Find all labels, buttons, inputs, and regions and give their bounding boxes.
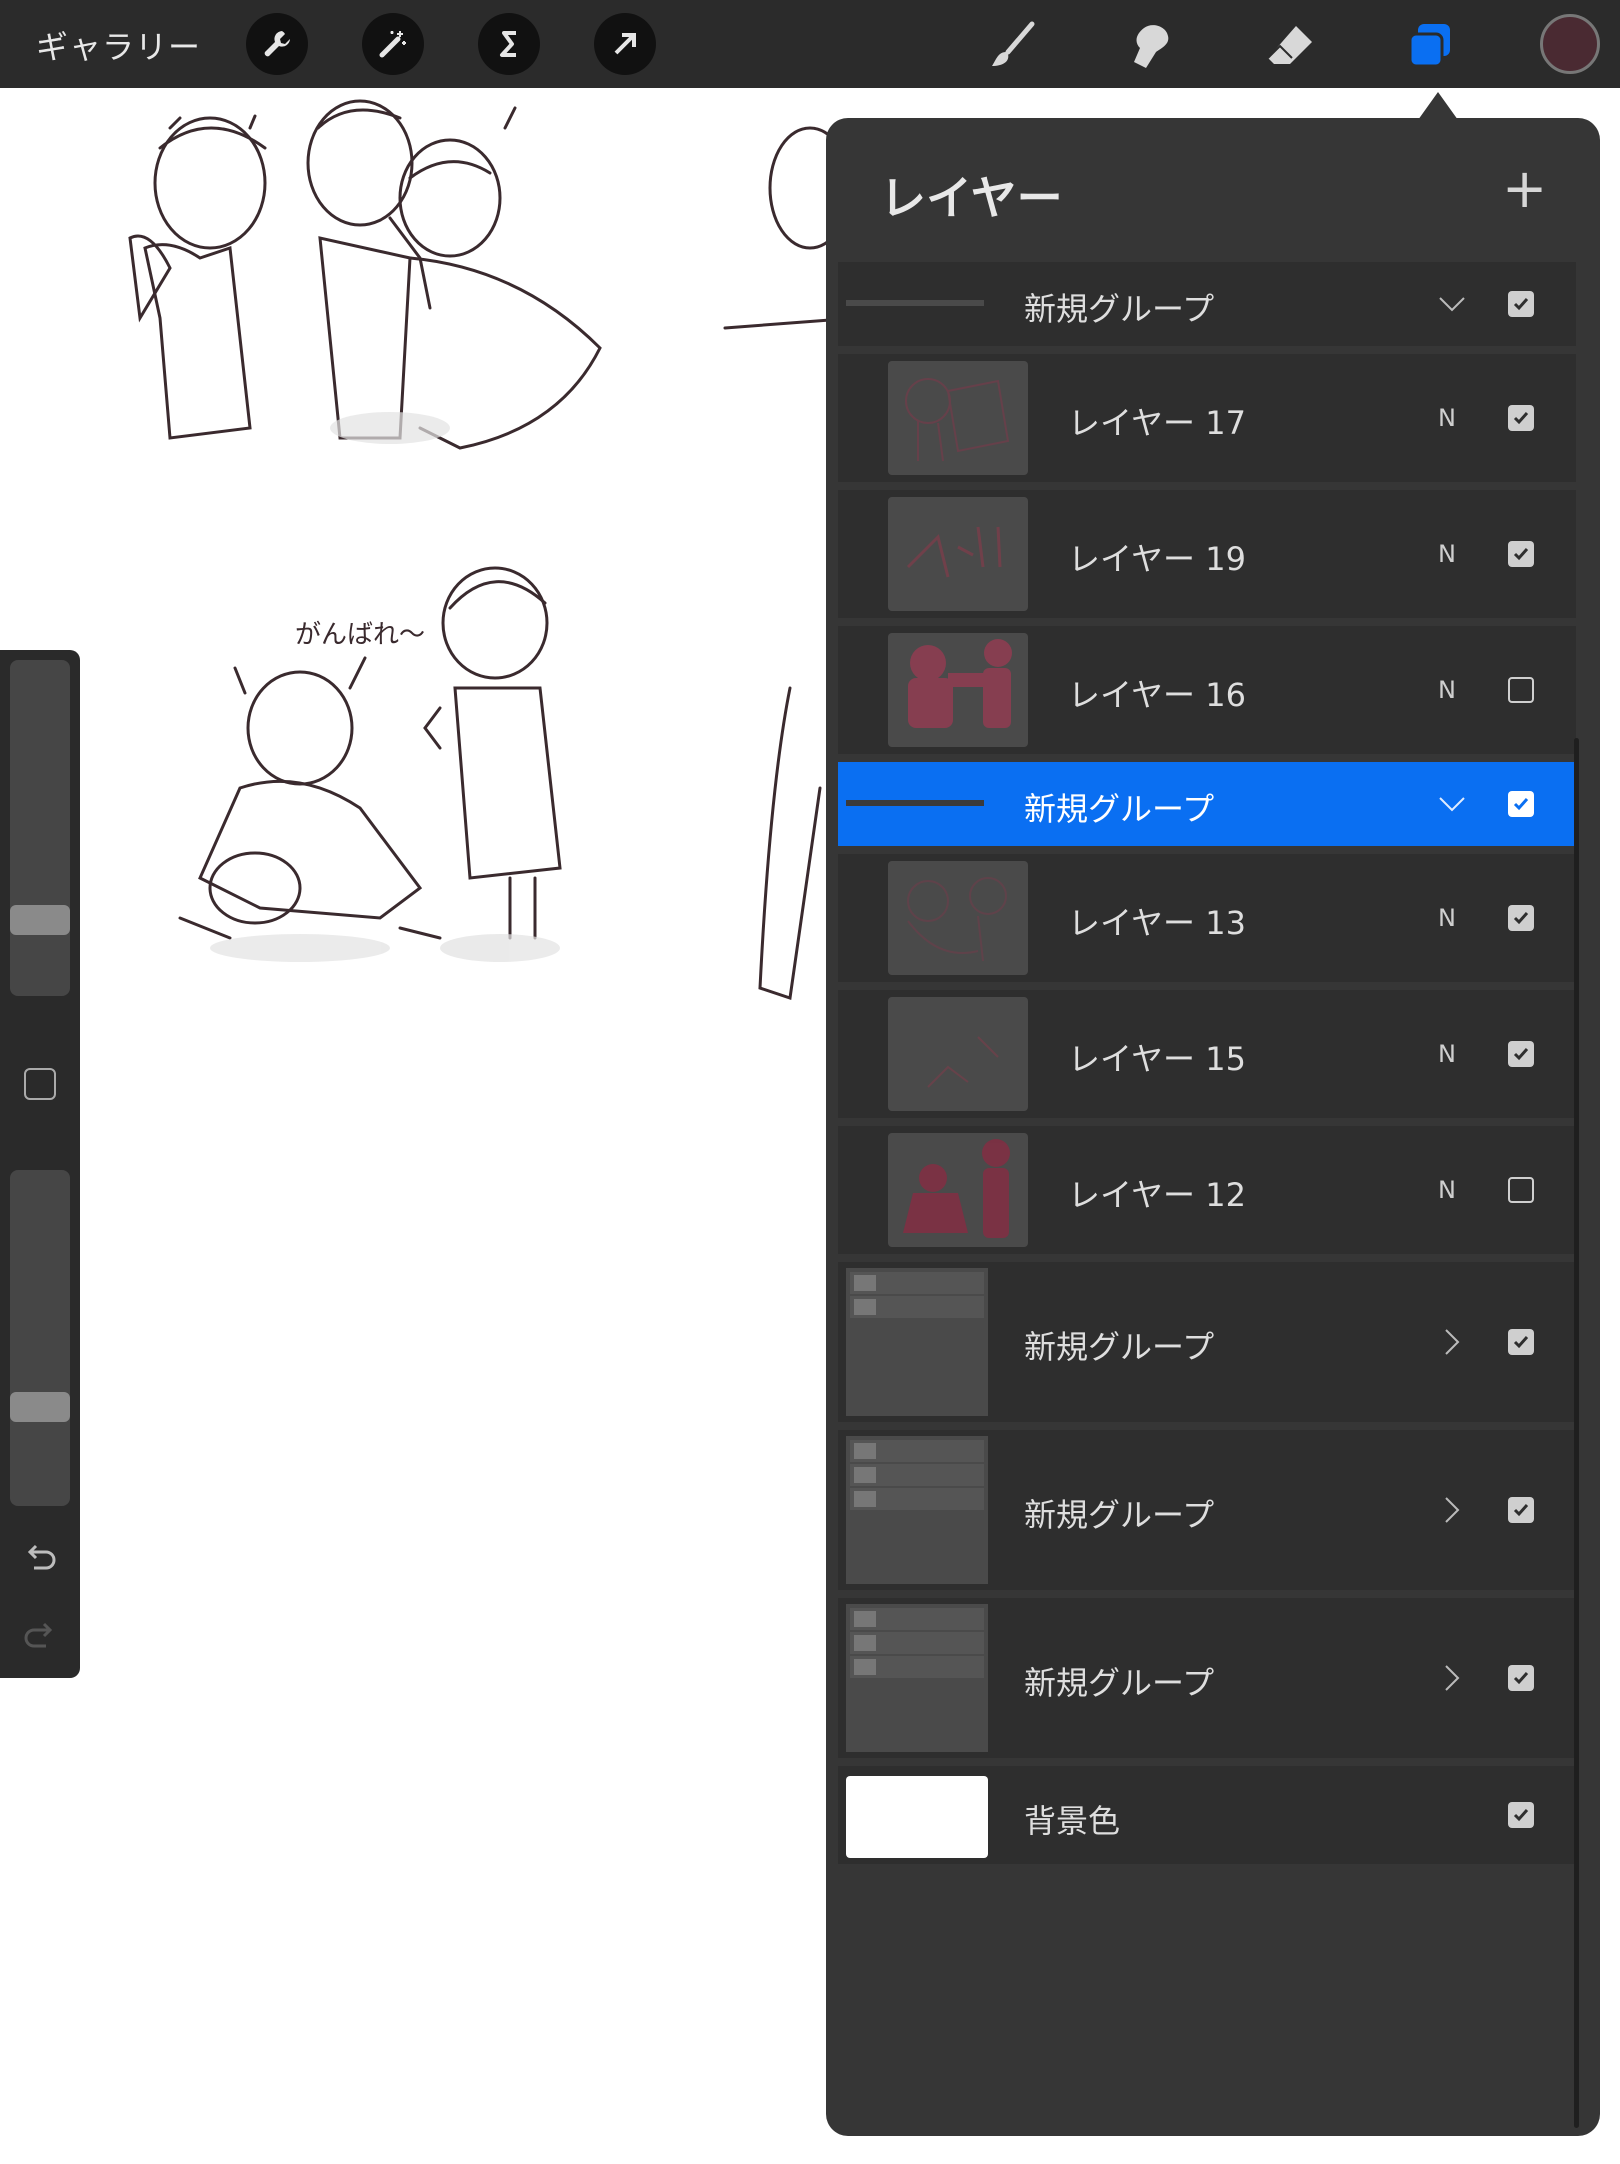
visibility-checkbox[interactable] xyxy=(1508,405,1534,431)
smudge-icon[interactable] xyxy=(1118,14,1182,78)
chevron-right-icon[interactable] xyxy=(1438,1664,1466,1692)
blend-mode-label[interactable]: N xyxy=(1438,1176,1456,1204)
blend-mode-label[interactable]: N xyxy=(1438,904,1456,932)
brush-size-slider[interactable] xyxy=(10,660,70,996)
visibility-checkbox[interactable] xyxy=(1508,1329,1534,1355)
svg-text:がんばれ〜: がんばれ〜 xyxy=(295,620,425,650)
layer-name: レイヤー 19 xyxy=(1068,540,1246,578)
layer-name: レイヤー 13 xyxy=(1068,904,1246,942)
blend-mode-label[interactable]: N xyxy=(1438,540,1456,568)
layers-panel: レイヤー + 新規グループ レイヤー 17 N レイヤー 19 N レイヤー 1… xyxy=(826,118,1600,2136)
layer-name: レイヤー 15 xyxy=(1068,1040,1246,1078)
blend-mode-label[interactable]: N xyxy=(1438,676,1456,704)
visibility-checkbox[interactable] xyxy=(1508,1802,1534,1828)
background-color-swatch[interactable] xyxy=(846,1776,988,1858)
eraser-icon[interactable] xyxy=(1258,14,1322,78)
selection-s-icon[interactable] xyxy=(478,13,540,75)
opacity-handle[interactable] xyxy=(10,1392,70,1422)
transform-arrow-icon[interactable] xyxy=(594,13,656,75)
opacity-slider[interactable] xyxy=(10,1170,70,1506)
layer-group-row[interactable]: 新規グループ xyxy=(838,1262,1576,1422)
gallery-button[interactable]: ギャラリー xyxy=(36,22,201,68)
layer-thumbnail xyxy=(888,997,1028,1111)
visibility-checkbox[interactable] xyxy=(1508,1041,1534,1067)
layer-row[interactable]: レイヤー 17 N xyxy=(838,354,1576,482)
visibility-checkbox[interactable] xyxy=(1508,1497,1534,1523)
undo-icon[interactable] xyxy=(22,1538,58,1578)
chevron-right-icon[interactable] xyxy=(1438,1328,1466,1356)
layer-name: レイヤー 17 xyxy=(1068,404,1246,442)
chevron-down-icon[interactable] xyxy=(1438,790,1466,818)
layer-group-row[interactable]: 新規グループ xyxy=(838,262,1576,346)
blend-mode-label[interactable]: N xyxy=(1438,404,1456,432)
layer-name: レイヤー 16 xyxy=(1068,676,1246,714)
layer-name: 新規グループ xyxy=(1024,1328,1215,1366)
layer-row[interactable]: レイヤー 13 N xyxy=(838,854,1576,982)
layer-name: 新規グループ xyxy=(1024,1664,1215,1702)
group-indicator xyxy=(846,800,984,806)
layer-thumbnail xyxy=(888,497,1028,611)
layer-thumbnail xyxy=(888,361,1028,475)
layer-name: 背景色 xyxy=(1024,1802,1121,1840)
visibility-checkbox[interactable] xyxy=(1508,791,1534,817)
magic-wand-icon[interactable] xyxy=(362,13,424,75)
chevron-right-icon[interactable] xyxy=(1438,1496,1466,1524)
layer-row[interactable]: レイヤー 19 N xyxy=(838,490,1576,618)
brush-size-handle[interactable] xyxy=(10,905,70,935)
layer-group-row[interactable]: 新規グループ xyxy=(838,1430,1576,1590)
modify-button[interactable] xyxy=(24,1068,56,1100)
blend-mode-label[interactable]: N xyxy=(1438,1040,1456,1068)
layers-popover-arrow xyxy=(1418,92,1458,120)
layer-row[interactable]: レイヤー 12 N xyxy=(838,1126,1576,1254)
brush-sliders-panel xyxy=(0,650,80,1678)
layer-thumbnail xyxy=(888,1133,1028,1247)
layer-group-row-selected[interactable]: 新規グループ xyxy=(838,762,1576,846)
group-thumbnail xyxy=(846,1268,988,1416)
group-indicator xyxy=(846,300,984,306)
layers-icon[interactable] xyxy=(1398,14,1462,78)
background-color-row[interactable]: 背景色 xyxy=(838,1766,1576,1864)
brush-icon[interactable] xyxy=(980,14,1044,78)
layer-name: 新規グループ xyxy=(1024,790,1215,828)
visibility-checkbox[interactable] xyxy=(1508,291,1534,317)
layer-group-row[interactable]: 新規グループ xyxy=(838,1598,1576,1758)
layers-scrollbar[interactable] xyxy=(1574,738,1579,2128)
group-thumbnail xyxy=(846,1604,988,1752)
layer-name: 新規グループ xyxy=(1024,290,1215,328)
visibility-checkbox[interactable] xyxy=(1508,541,1534,567)
redo-icon[interactable] xyxy=(22,1616,58,1656)
add-layer-button[interactable]: + xyxy=(1502,162,1547,216)
chevron-down-icon[interactable] xyxy=(1438,290,1466,318)
visibility-checkbox[interactable] xyxy=(1508,677,1534,703)
layer-name: レイヤー 12 xyxy=(1068,1176,1246,1214)
layer-row[interactable]: レイヤー 16 N xyxy=(838,626,1576,754)
layer-name: 新規グループ xyxy=(1024,1496,1215,1534)
visibility-checkbox[interactable] xyxy=(1508,905,1534,931)
visibility-checkbox[interactable] xyxy=(1508,1665,1534,1691)
color-picker-swatch[interactable] xyxy=(1540,14,1600,74)
layer-thumbnail xyxy=(888,633,1028,747)
layers-panel-title: レイヤー xyxy=(880,171,1063,225)
layer-row[interactable]: レイヤー 15 N xyxy=(838,990,1576,1118)
visibility-checkbox[interactable] xyxy=(1508,1177,1534,1203)
layer-thumbnail xyxy=(888,861,1028,975)
group-thumbnail xyxy=(846,1436,988,1584)
wrench-icon[interactable] xyxy=(246,13,308,75)
top-toolbar: ギャラリー xyxy=(0,0,1620,88)
